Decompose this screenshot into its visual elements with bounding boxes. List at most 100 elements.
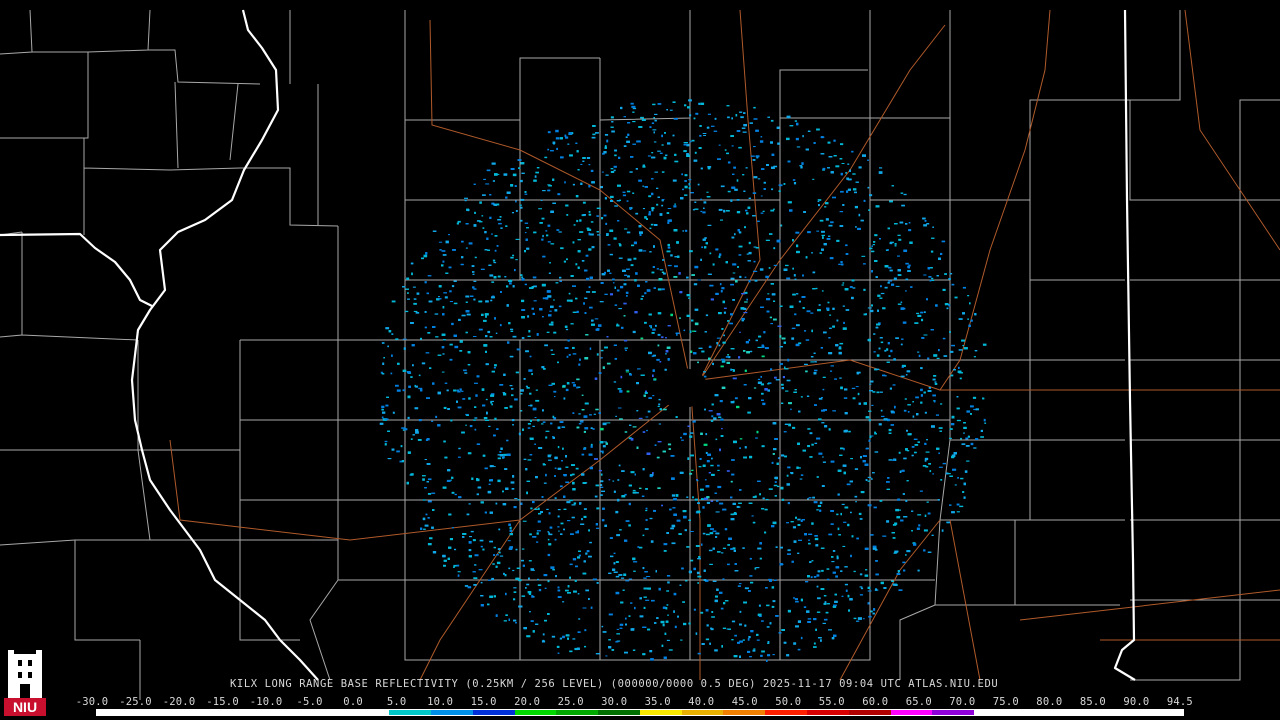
echo-pixel xyxy=(817,199,822,201)
echo-pixel xyxy=(624,348,627,350)
echo-pixel xyxy=(619,623,624,626)
echo-pixel xyxy=(381,416,384,419)
echo-pixel xyxy=(403,428,408,431)
echo-pixel xyxy=(786,474,789,477)
echo-pixel xyxy=(644,186,648,188)
echo-pixel xyxy=(618,308,622,310)
echo-pixel xyxy=(706,501,710,504)
echo-pixel xyxy=(577,593,580,595)
echo-pixel xyxy=(784,423,789,425)
echo-pixel xyxy=(892,524,897,526)
echo-pixel xyxy=(597,234,601,236)
echo-pixel xyxy=(699,125,702,127)
echo-pixel xyxy=(811,522,814,525)
echo-pixel xyxy=(934,400,936,403)
echo-pixel xyxy=(628,484,632,487)
echo-pixel xyxy=(457,571,461,573)
echo-pixel xyxy=(443,440,446,443)
echo-pixel xyxy=(878,347,881,350)
echo-pixel xyxy=(800,396,803,398)
echo-pixel xyxy=(738,231,742,234)
echo-pixel xyxy=(421,257,424,260)
echo-pixel xyxy=(952,468,957,471)
echo-pixel xyxy=(588,185,591,188)
echo-pixel xyxy=(635,168,638,170)
echo-pixel xyxy=(942,462,946,465)
echo-pixel xyxy=(927,390,932,392)
echo-pixel xyxy=(707,453,711,456)
echo-pixel xyxy=(534,175,537,178)
echo-pixel xyxy=(658,278,663,281)
echo-pixel xyxy=(748,197,751,199)
echo-pixel xyxy=(625,371,630,373)
echo-pixel xyxy=(984,422,987,424)
echo-pixel xyxy=(474,554,479,557)
echo-pixel xyxy=(840,570,843,572)
echo-pixel xyxy=(731,473,735,476)
echo-pixel xyxy=(675,416,678,418)
echo-pixel xyxy=(410,473,414,476)
echo-pixel xyxy=(918,524,921,527)
echo-pixel xyxy=(894,223,898,225)
echo-pixel xyxy=(570,299,573,302)
echo-pixel xyxy=(423,528,426,530)
echo-pixel xyxy=(686,294,691,297)
echo-pixel xyxy=(935,304,938,307)
echo-pixel xyxy=(879,238,881,240)
echo-pixel xyxy=(449,538,453,541)
echo-pixel xyxy=(704,479,707,481)
echo-pixel xyxy=(529,287,533,289)
echo-pixel xyxy=(485,300,489,303)
echo-pixel xyxy=(744,587,749,590)
echo-pixel xyxy=(644,392,648,394)
radar-map[interactable]: NIU xyxy=(0,0,1280,720)
echo-pixel xyxy=(497,454,501,456)
echo-pixel xyxy=(814,361,817,363)
echo-pixel xyxy=(491,281,495,283)
echo-pixel xyxy=(840,512,842,516)
echo-pixel xyxy=(619,627,623,629)
echo-pixel xyxy=(657,150,661,152)
echo-pixel xyxy=(576,150,579,153)
echo-pixel xyxy=(790,472,794,474)
echo-pixel xyxy=(900,343,903,346)
echo-pixel xyxy=(701,543,703,546)
echo-pixel xyxy=(473,224,477,227)
echo-pixel xyxy=(797,552,800,554)
echo-pixel xyxy=(708,549,713,552)
echo-pixel xyxy=(781,454,785,457)
echo-pixel xyxy=(385,327,390,330)
echo-pixel xyxy=(661,134,663,138)
echo-pixel xyxy=(547,538,550,541)
echo-pixel xyxy=(605,655,608,657)
echo-pixel xyxy=(793,597,795,599)
echo-pixel xyxy=(944,273,947,275)
echo-pixel xyxy=(559,421,564,423)
echo-pixel xyxy=(732,263,737,266)
echo-pixel xyxy=(613,169,616,172)
echo-pixel xyxy=(515,210,518,212)
echo-pixel xyxy=(728,628,731,630)
echo-pixel xyxy=(721,428,723,430)
echo-pixel xyxy=(674,625,677,629)
echo-pixel xyxy=(511,212,514,214)
echo-pixel xyxy=(837,527,840,531)
echo-pixel xyxy=(535,171,539,174)
echo-pixel xyxy=(744,369,747,372)
echo-pixel xyxy=(580,182,583,185)
echo-pixel xyxy=(600,484,603,486)
echo-pixel xyxy=(504,574,507,577)
echo-pixel xyxy=(721,552,724,554)
echo-pixel xyxy=(426,292,429,295)
echo-pixel xyxy=(581,394,584,396)
echo-pixel xyxy=(536,541,539,543)
echo-pixel xyxy=(690,350,693,353)
echo-pixel xyxy=(706,126,710,129)
echo-pixel xyxy=(723,209,726,213)
echo-pixel xyxy=(539,222,543,224)
echo-pixel xyxy=(699,458,702,460)
echo-pixel xyxy=(673,592,677,596)
echo-pixel xyxy=(814,442,818,444)
echo-pixel xyxy=(715,532,720,535)
echo-pixel xyxy=(829,257,834,260)
